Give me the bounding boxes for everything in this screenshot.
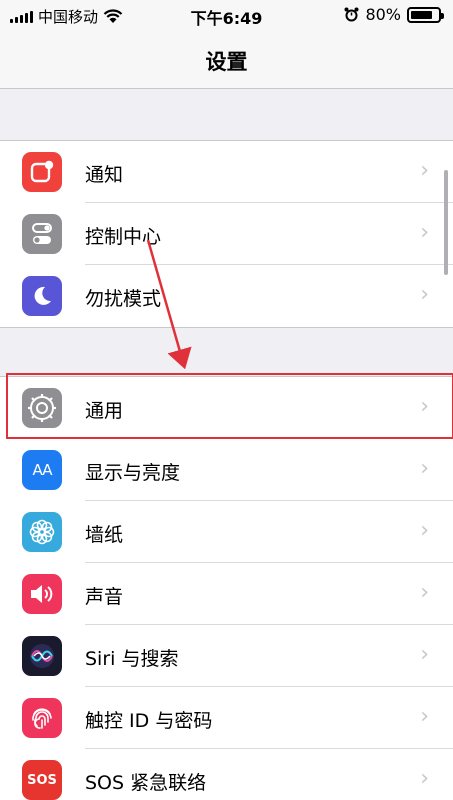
settings-row-control-center[interactable]: 控制中心 ›	[0, 203, 453, 265]
sos-icon: SOS	[22, 760, 62, 800]
display-brightness-icon: AA	[22, 450, 62, 490]
chevron-right-icon: ›	[420, 766, 429, 791]
settings-row-general[interactable]: 通用 ›	[0, 377, 453, 439]
icon-text: SOS	[27, 772, 57, 788]
moon-icon	[22, 276, 62, 316]
control-center-icon	[22, 214, 62, 254]
status-right: 80%	[344, 5, 444, 24]
settings-row-label: Siri 与搜索	[85, 648, 179, 670]
settings-row-label: 勿扰模式	[85, 288, 162, 310]
alarm-icon	[344, 7, 359, 22]
settings-row-label: 墙纸	[85, 524, 124, 546]
chevron-right-icon: ›	[420, 642, 429, 667]
settings-group-1: 通知 › 控制中心 › 勿扰模式 ›	[0, 140, 453, 328]
settings-row-notifications[interactable]: 通知 ›	[0, 141, 453, 203]
settings-row-label: 触控 ID 与密码	[85, 710, 213, 732]
settings-row-siri-search[interactable]: Siri 与搜索 ›	[0, 625, 453, 687]
settings-row-wallpaper[interactable]: 墙纸 ›	[0, 501, 453, 563]
battery-icon	[407, 6, 444, 23]
chevron-right-icon: ›	[420, 220, 429, 245]
settings-group-2: 通用 › AA 显示与亮度 › 墙纸 › 声音 › Siri 与搜索 › 触控 …	[0, 376, 453, 800]
chevron-right-icon: ›	[420, 704, 429, 729]
settings-row-display-brightness[interactable]: AA 显示与亮度 ›	[0, 439, 453, 501]
nav-bar: 设置	[0, 30, 453, 89]
chevron-right-icon: ›	[420, 580, 429, 605]
chevron-right-icon: ›	[420, 518, 429, 543]
status-bar: 中国移动 下午6:49 80%	[0, 0, 453, 30]
scrollbar[interactable]	[444, 170, 448, 275]
chevron-right-icon: ›	[420, 456, 429, 481]
settings-row-label: 显示与亮度	[85, 462, 181, 484]
speaker-icon	[22, 574, 62, 614]
chevron-right-icon: ›	[420, 282, 429, 307]
settings-row-touch-id[interactable]: 触控 ID 与密码 ›	[0, 687, 453, 749]
icon-text: AA	[32, 461, 53, 479]
settings-row-label: 通用	[85, 400, 124, 422]
chevron-right-icon: ›	[420, 158, 429, 183]
battery-percent: 80%	[365, 5, 401, 24]
settings-row-label: 声音	[85, 586, 124, 608]
settings-row-label: 控制中心	[85, 226, 162, 248]
gear-icon	[22, 388, 62, 428]
settings-row-sounds[interactable]: 声音 ›	[0, 563, 453, 625]
notifications-icon	[22, 152, 62, 192]
page-title: 设置	[205, 50, 248, 74]
settings-row-do-not-disturb[interactable]: 勿扰模式 ›	[0, 265, 453, 327]
wallpaper-flower-icon	[22, 512, 62, 552]
fingerprint-icon	[22, 698, 62, 738]
battery-fill	[411, 10, 432, 19]
settings-row-label: SOS 紧急联络	[85, 772, 207, 794]
settings-row-emergency-sos[interactable]: SOS SOS 紧急联络 ›	[0, 749, 453, 800]
chevron-right-icon: ›	[420, 394, 429, 419]
siri-icon	[22, 636, 62, 676]
settings-row-label: 通知	[85, 164, 124, 186]
